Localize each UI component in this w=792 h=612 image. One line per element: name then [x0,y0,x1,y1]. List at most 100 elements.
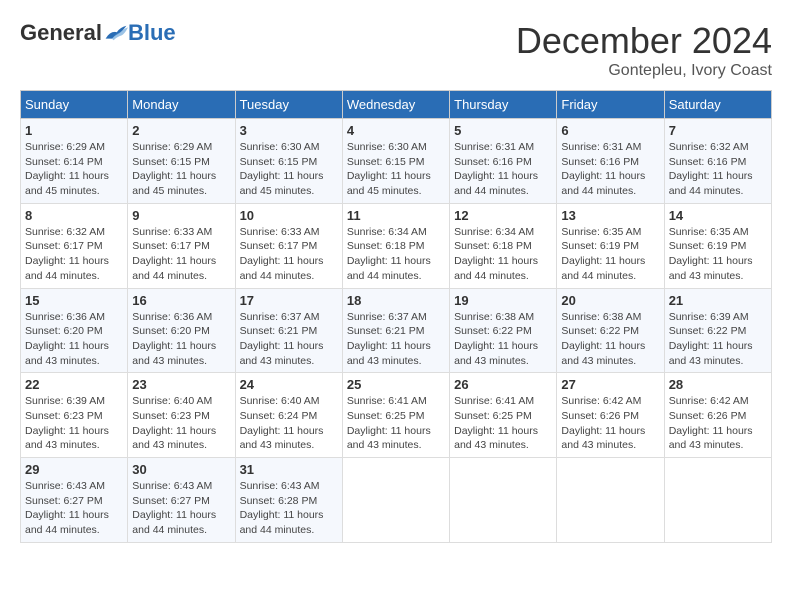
calendar-day-30: 30 Sunrise: 6:43 AMSunset: 6:27 PMDayligh… [128,458,235,543]
calendar-day-3: 3 Sunrise: 6:30 AMSunset: 6:15 PMDaylight… [235,119,342,204]
day-info: Sunrise: 6:35 AMSunset: 6:19 PMDaylight:… [561,226,645,282]
day-info: Sunrise: 6:29 AMSunset: 6:15 PMDaylight:… [132,141,216,197]
day-number: 19 [454,293,552,308]
day-info: Sunrise: 6:35 AMSunset: 6:19 PMDaylight:… [669,226,753,282]
day-number: 13 [561,208,659,223]
day-info: Sunrise: 6:37 AMSunset: 6:21 PMDaylight:… [347,311,431,367]
day-info: Sunrise: 6:31 AMSunset: 6:16 PMDaylight:… [454,141,538,197]
day-number: 8 [25,208,123,223]
day-number: 14 [669,208,767,223]
day-info: Sunrise: 6:30 AMSunset: 6:15 PMDaylight:… [240,141,324,197]
calendar-day-17: 17 Sunrise: 6:37 AMSunset: 6:21 PMDayligh… [235,288,342,373]
calendar-day-31: 31 Sunrise: 6:43 AMSunset: 6:28 PMDayligh… [235,458,342,543]
calendar-day-27: 27 Sunrise: 6:42 AMSunset: 6:26 PMDayligh… [557,373,664,458]
day-info: Sunrise: 6:36 AMSunset: 6:20 PMDaylight:… [25,311,109,367]
day-number: 29 [25,462,123,477]
day-info: Sunrise: 6:38 AMSunset: 6:22 PMDaylight:… [561,311,645,367]
calendar-day-8: 8 Sunrise: 6:32 AMSunset: 6:17 PMDaylight… [21,203,128,288]
col-tuesday: Tuesday [235,91,342,119]
calendar-week-4: 22Sunrise: 6:39 AMSunset: 6:23 PMDayligh… [21,373,772,458]
location-subtitle: Gontepleu, Ivory Coast [516,62,772,80]
calendar-day-16: 16 Sunrise: 6:36 AMSunset: 6:20 PMDayligh… [128,288,235,373]
day-info: Sunrise: 6:43 AMSunset: 6:27 PMDaylight:… [132,480,216,536]
col-thursday: Thursday [450,91,557,119]
calendar-day-29: 29Sunrise: 6:43 AMSunset: 6:27 PMDayligh… [21,458,128,543]
logo: General Blue [20,20,176,46]
day-number: 18 [347,293,445,308]
day-info: Sunrise: 6:43 AMSunset: 6:28 PMDaylight:… [240,480,324,536]
day-number: 7 [669,123,767,138]
calendar-day-25: 25 Sunrise: 6:41 AMSunset: 6:25 PMDayligh… [342,373,449,458]
title-area: December 2024 Gontepleu, Ivory Coast [516,20,772,80]
calendar-day-7: 7 Sunrise: 6:32 AMSunset: 6:16 PMDaylight… [664,119,771,204]
calendar-day-13: 13 Sunrise: 6:35 AMSunset: 6:19 PMDayligh… [557,203,664,288]
day-number: 5 [454,123,552,138]
calendar-week-2: 8 Sunrise: 6:32 AMSunset: 6:17 PMDaylight… [21,203,772,288]
calendar-day-1: 1 Sunrise: 6:29 AMSunset: 6:14 PMDaylight… [21,119,128,204]
day-number: 23 [132,377,230,392]
calendar-day-15: 15 Sunrise: 6:36 AMSunset: 6:20 PMDayligh… [21,288,128,373]
calendar-day-22: 22Sunrise: 6:39 AMSunset: 6:23 PMDayligh… [21,373,128,458]
day-info: Sunrise: 6:36 AMSunset: 6:20 PMDaylight:… [132,311,216,367]
calendar-day-6: 6 Sunrise: 6:31 AMSunset: 6:16 PMDaylight… [557,119,664,204]
col-wednesday: Wednesday [342,91,449,119]
day-number: 27 [561,377,659,392]
day-info: Sunrise: 6:40 AMSunset: 6:23 PMDaylight:… [132,395,216,451]
day-number: 31 [240,462,338,477]
day-number: 11 [347,208,445,223]
day-number: 9 [132,208,230,223]
day-info: Sunrise: 6:39 AMSunset: 6:23 PMDaylight:… [25,395,109,451]
day-number: 15 [25,293,123,308]
calendar-day-21: 21 Sunrise: 6:39 AMSunset: 6:22 PMDayligh… [664,288,771,373]
calendar-empty [450,458,557,543]
calendar-header-row: Sunday Monday Tuesday Wednesday Thursday… [21,91,772,119]
day-number: 17 [240,293,338,308]
day-number: 10 [240,208,338,223]
day-info: Sunrise: 6:37 AMSunset: 6:21 PMDaylight:… [240,311,324,367]
calendar-day-23: 23 Sunrise: 6:40 AMSunset: 6:23 PMDayligh… [128,373,235,458]
calendar-day-20: 20 Sunrise: 6:38 AMSunset: 6:22 PMDayligh… [557,288,664,373]
day-info: Sunrise: 6:32 AMSunset: 6:16 PMDaylight:… [669,141,753,197]
day-info: Sunrise: 6:42 AMSunset: 6:26 PMDaylight:… [669,395,753,451]
calendar-day-28: 28 Sunrise: 6:42 AMSunset: 6:26 PMDayligh… [664,373,771,458]
col-friday: Friday [557,91,664,119]
calendar-day-9: 9 Sunrise: 6:33 AMSunset: 6:17 PMDaylight… [128,203,235,288]
day-number: 1 [25,123,123,138]
day-number: 26 [454,377,552,392]
day-info: Sunrise: 6:29 AMSunset: 6:14 PMDaylight:… [25,141,109,197]
day-info: Sunrise: 6:33 AMSunset: 6:17 PMDaylight:… [132,226,216,282]
day-number: 2 [132,123,230,138]
day-number: 20 [561,293,659,308]
logo-blue-text: Blue [128,20,176,46]
day-number: 3 [240,123,338,138]
logo-bird-icon [104,23,128,43]
day-number: 4 [347,123,445,138]
day-info: Sunrise: 6:42 AMSunset: 6:26 PMDaylight:… [561,395,645,451]
day-number: 25 [347,377,445,392]
calendar-day-5: 5 Sunrise: 6:31 AMSunset: 6:16 PMDaylight… [450,119,557,204]
calendar-day-18: 18 Sunrise: 6:37 AMSunset: 6:21 PMDayligh… [342,288,449,373]
day-number: 6 [561,123,659,138]
day-number: 24 [240,377,338,392]
calendar-empty [342,458,449,543]
day-number: 12 [454,208,552,223]
day-info: Sunrise: 6:31 AMSunset: 6:16 PMDaylight:… [561,141,645,197]
day-info: Sunrise: 6:34 AMSunset: 6:18 PMDaylight:… [347,226,431,282]
day-number: 21 [669,293,767,308]
day-info: Sunrise: 6:39 AMSunset: 6:22 PMDaylight:… [669,311,753,367]
calendar-day-26: 26Sunrise: 6:41 AMSunset: 6:25 PMDayligh… [450,373,557,458]
day-info: Sunrise: 6:33 AMSunset: 6:17 PMDaylight:… [240,226,324,282]
day-info: Sunrise: 6:32 AMSunset: 6:17 PMDaylight:… [25,226,109,282]
calendar-day-24: 24Sunrise: 6:40 AMSunset: 6:24 PMDayligh… [235,373,342,458]
day-number: 30 [132,462,230,477]
day-number: 16 [132,293,230,308]
calendar-day-19: 19Sunrise: 6:38 AMSunset: 6:22 PMDayligh… [450,288,557,373]
calendar-empty [557,458,664,543]
day-info: Sunrise: 6:41 AMSunset: 6:25 PMDaylight:… [347,395,431,451]
calendar-week-3: 15 Sunrise: 6:36 AMSunset: 6:20 PMDayligh… [21,288,772,373]
col-saturday: Saturday [664,91,771,119]
day-number: 28 [669,377,767,392]
calendar-table: Sunday Monday Tuesday Wednesday Thursday… [20,90,772,543]
calendar-day-12: 12Sunrise: 6:34 AMSunset: 6:18 PMDayligh… [450,203,557,288]
calendar-empty [664,458,771,543]
